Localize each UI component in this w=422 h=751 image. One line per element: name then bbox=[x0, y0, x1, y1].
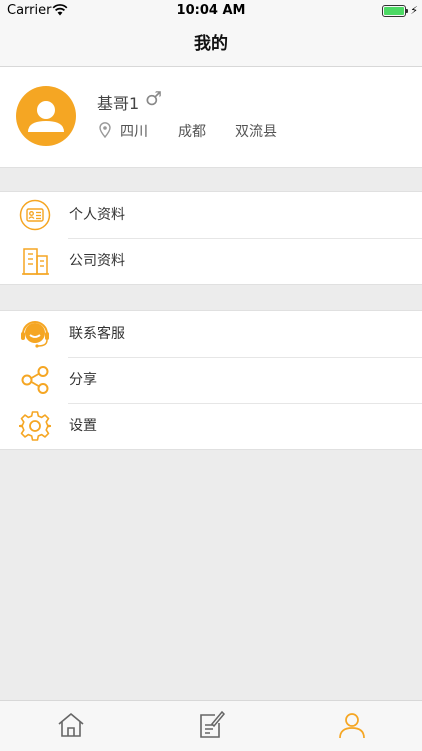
clock: 10:04 AM bbox=[176, 3, 246, 18]
menu-item-label: 个人资料 bbox=[69, 207, 125, 223]
nav-bar: 我的 bbox=[0, 22, 422, 67]
avatar[interactable] bbox=[16, 86, 76, 146]
tab-bar bbox=[0, 700, 422, 751]
menu-item-customer-service[interactable]: 联系客服 bbox=[0, 311, 422, 357]
user-icon bbox=[339, 713, 365, 739]
location-city: 成都 bbox=[178, 124, 206, 140]
gear-icon bbox=[19, 411, 51, 441]
menu-item-label: 公司资料 bbox=[69, 253, 125, 269]
location-province: 四川 bbox=[120, 124, 148, 140]
menu-group-account: 个人资料 公司资料 bbox=[0, 191, 422, 285]
status-bar: Carrier 10:04 AM ⚡ bbox=[0, 0, 422, 22]
gender-male-icon: ♂ bbox=[145, 88, 163, 110]
id-card-icon bbox=[19, 199, 51, 231]
menu-item-label: 联系客服 bbox=[69, 326, 125, 342]
menu-group-support: 联系客服 分享 设置 bbox=[0, 310, 422, 450]
charging-icon: ⚡ bbox=[410, 4, 418, 17]
user-name: 基哥1 bbox=[97, 94, 140, 113]
tab-edit[interactable] bbox=[195, 709, 227, 741]
menu-item-settings[interactable]: 设置 bbox=[0, 403, 422, 449]
menu-item-label: 设置 bbox=[69, 418, 97, 434]
headset-icon bbox=[21, 321, 49, 348]
share-icon bbox=[21, 366, 49, 394]
menu-item-personal-info[interactable]: 个人资料 bbox=[0, 192, 422, 238]
tab-profile[interactable] bbox=[336, 709, 368, 741]
menu-item-share[interactable]: 分享 bbox=[0, 357, 422, 403]
home-icon bbox=[58, 713, 84, 737]
menu-item-label: 分享 bbox=[69, 372, 97, 388]
edit-note-icon bbox=[200, 710, 226, 738]
profile-header[interactable]: 基哥1 ♂ 四川 成都 双流县 bbox=[0, 67, 422, 168]
battery-icon bbox=[382, 5, 408, 17]
location-county: 双流县 bbox=[235, 124, 277, 140]
tab-home[interactable] bbox=[55, 709, 87, 741]
page-title: 我的 bbox=[194, 34, 228, 54]
location-pin-icon bbox=[99, 122, 111, 138]
building-icon bbox=[22, 248, 49, 275]
menu-item-company-info[interactable]: 公司资料 bbox=[0, 238, 422, 284]
